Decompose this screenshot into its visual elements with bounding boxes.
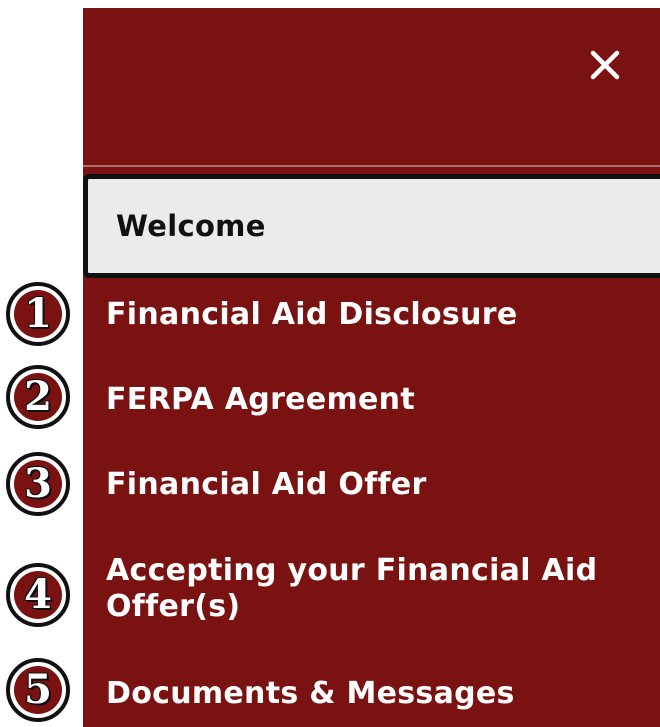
menu-item-financial-aid-offer[interactable]: Financial Aid Offer bbox=[106, 467, 651, 503]
step-4-number: 4 bbox=[24, 571, 52, 618]
close-menu-button[interactable] bbox=[590, 50, 620, 80]
step-3-number: 3 bbox=[24, 460, 52, 507]
menu-item-financial-aid-disclosure[interactable]: Financial Aid Disclosure bbox=[106, 297, 651, 333]
step-3-badge-icon: 3 bbox=[6, 452, 70, 516]
menu-divider bbox=[83, 165, 660, 167]
step-2-badge-icon: 2 bbox=[6, 365, 70, 429]
menu-item-ferpa-agreement[interactable]: FERPA Agreement bbox=[106, 382, 651, 418]
step-2-number: 2 bbox=[24, 373, 52, 420]
step-5-number: 5 bbox=[24, 666, 52, 713]
step-5-badge-icon: 5 bbox=[6, 658, 70, 722]
menu-item-welcome[interactable]: Welcome bbox=[83, 174, 660, 278]
menu-item-welcome-label: Welcome bbox=[116, 209, 266, 243]
close-icon bbox=[590, 50, 620, 80]
step-4-badge-icon: 4 bbox=[6, 563, 70, 627]
menu-item-accepting-financial-aid-offers[interactable]: Accepting your Financial Aid Offer(s) bbox=[106, 553, 651, 625]
step-1-badge-icon: 1 bbox=[6, 282, 70, 346]
step-1-number: 1 bbox=[24, 290, 52, 337]
menu-item-documents-and-messages[interactable]: Documents & Messages bbox=[106, 676, 651, 712]
